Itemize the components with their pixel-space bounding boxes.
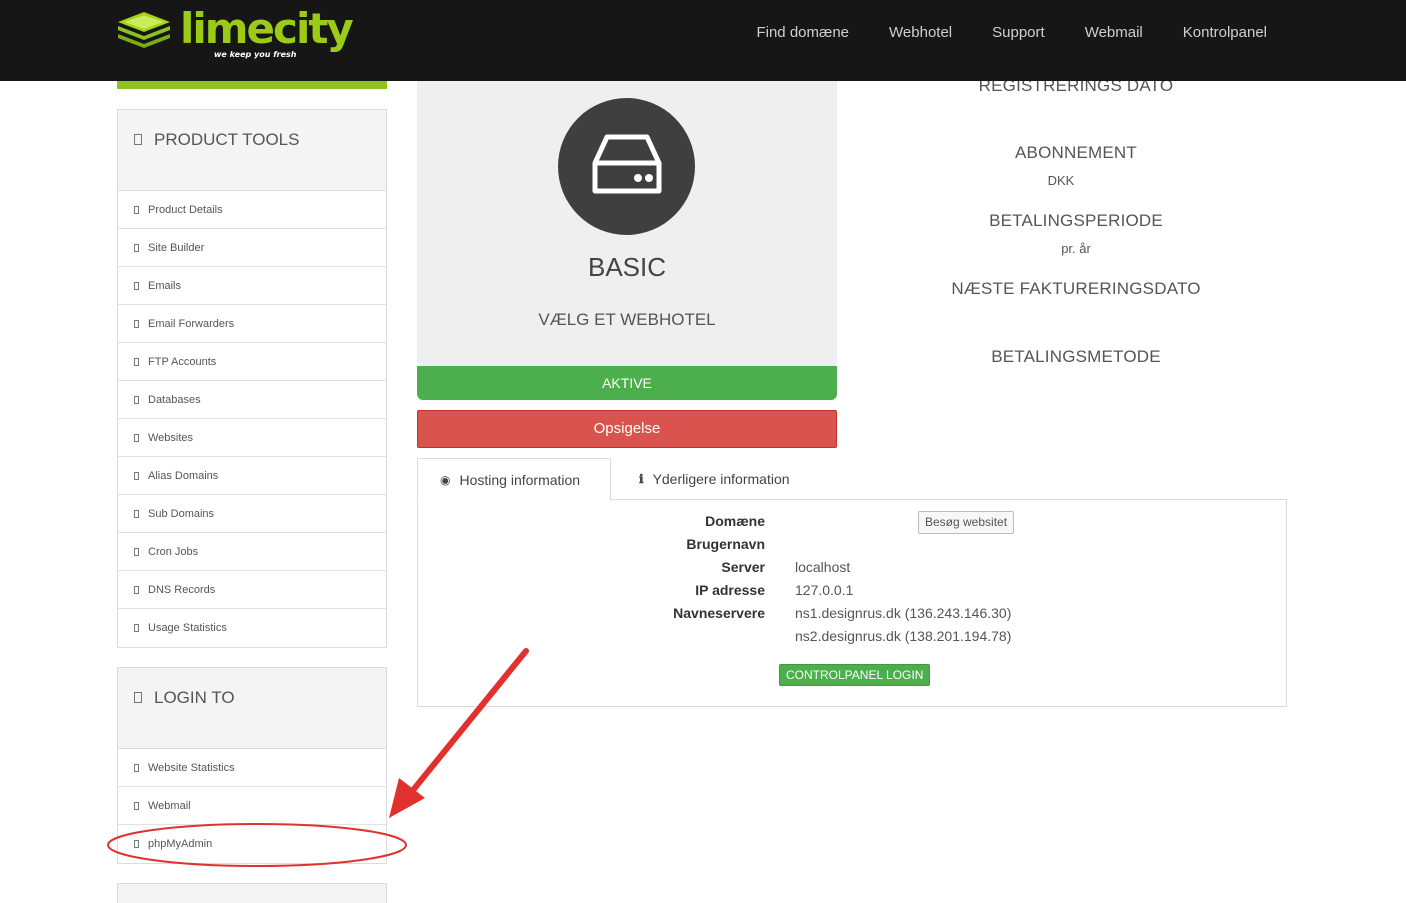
sidebar-item-phpmyadmin[interactable]: phpMyAdmin <box>118 825 386 863</box>
tab-additional-information[interactable]: ℹ Yderligere information <box>639 458 790 500</box>
subscription-label: ABONNEMENT <box>1015 143 1137 162</box>
sidebar-item-ftp-accounts[interactable]: FTP Accounts <box>118 343 386 381</box>
sidebar-item-label: Website Statistics <box>148 761 235 774</box>
item-icon <box>134 763 139 772</box>
sidebar-item-website-statistics[interactable]: Website Statistics <box>118 749 386 787</box>
sidebar-item-label: phpMyAdmin <box>148 838 213 850</box>
logo-wordmark: limecity <box>180 4 354 53</box>
sidebar-item-dns-records[interactable]: DNS Records <box>118 571 386 609</box>
top-navbar: limecity we keep you fresh Find domæne W… <box>0 0 1406 81</box>
next-panel-header <box>117 883 387 903</box>
tab-label: Hosting information <box>459 471 581 488</box>
username-label: Brugernavn <box>686 536 765 552</box>
item-icon <box>134 243 139 252</box>
product-card: BASIC VÆLG ET WEBHOTEL <box>417 81 837 368</box>
nav-webmail[interactable]: Webmail <box>1085 24 1143 41</box>
sidebar-item-site-builder[interactable]: Site Builder <box>118 229 386 267</box>
billing-period-label: BETALINGSPERIODE <box>989 211 1163 230</box>
sidebar-item-label: Sub Domains <box>148 507 215 520</box>
sidebar-item-label: DNS Records <box>148 583 216 596</box>
item-icon <box>134 624 139 632</box>
info-icon: ℹ <box>639 472 644 486</box>
product-tools-panel: PRODUCT TOOLS Product Details Site Build… <box>117 109 387 648</box>
sidebar-item-cron-jobs[interactable]: Cron Jobs <box>118 533 386 571</box>
next-invoice-date-label: NÆSTE FAKTURERINGSDATO <box>951 279 1201 298</box>
logo-tagline: we keep you fresh <box>214 50 297 59</box>
item-icon <box>134 471 139 480</box>
hosting-info-panel: Domæne Besøg websitet Brugernavn Server … <box>417 499 1287 707</box>
login-to-title: LOGIN TO <box>154 688 235 707</box>
tab-hosting-information[interactable]: ◉ Hosting information <box>417 458 611 501</box>
globe-icon: ◉ <box>440 472 451 487</box>
sidebar-accent-strip <box>117 81 387 89</box>
server-label: Server <box>721 559 765 575</box>
sidebar-item-websites[interactable]: Websites <box>118 419 386 457</box>
wrench-icon <box>134 134 142 145</box>
sidebar-item-usage-statistics[interactable]: Usage Statistics <box>118 609 386 647</box>
ip-address-value: 127.0.0.1 <box>795 582 854 598</box>
sidebar-item-label: Product Details <box>148 203 223 216</box>
info-tabs: ◉ Hosting information ℹ Yderligere infor… <box>417 458 1287 501</box>
sidebar-item-label: Emails <box>148 279 182 292</box>
payment-method-label: BETALINGSMETODE <box>991 347 1161 366</box>
ip-address-label: IP adresse <box>695 582 765 598</box>
sidebar-item-emails[interactable]: Emails <box>118 267 386 305</box>
sidebar-item-label: Alias Domains <box>148 469 219 482</box>
login-to-header: LOGIN TO <box>118 668 386 749</box>
item-icon <box>134 547 139 556</box>
nav-find-domain[interactable]: Find domæne <box>756 24 849 41</box>
item-icon <box>134 205 139 214</box>
nameserver-1: ns1.designrus.dk (136.243.146.30) <box>795 605 1012 621</box>
sidebar-item-label: Usage Statistics <box>148 622 227 634</box>
sidebar-item-alias-domains[interactable]: Alias Domains <box>118 457 386 495</box>
stacked-layers-icon <box>118 12 170 48</box>
login-to-panel: LOGIN TO Website Statistics Webmail phpM… <box>117 667 387 864</box>
nameserver-2: ns2.designrus.dk (138.201.194.78) <box>795 628 1012 644</box>
nav-support[interactable]: Support <box>992 24 1045 41</box>
sidebar-item-label: Email Forwarders <box>148 317 235 330</box>
item-icon <box>134 319 139 328</box>
nameservers-label: Navneservere <box>673 605 765 621</box>
limecity-logo[interactable]: limecity we keep you fresh <box>116 4 354 60</box>
login-icon <box>134 692 142 703</box>
product-icon-circle <box>558 98 695 235</box>
sidebar-item-label: FTP Accounts <box>148 355 217 368</box>
billing-period-value: pr. år <box>1061 241 1091 256</box>
plan-subtitle: VÆLG ET WEBHOTEL <box>538 310 716 329</box>
sidebar-item-email-forwarders[interactable]: Email Forwarders <box>118 305 386 343</box>
product-tools-header: PRODUCT TOOLS <box>118 110 386 191</box>
annotation-arrowhead <box>389 778 425 818</box>
status-badge: AKTIVE <box>417 366 837 400</box>
item-icon <box>134 281 139 290</box>
sidebar-item-label: Webmail <box>148 799 191 812</box>
product-tools-title: PRODUCT TOOLS <box>154 130 300 149</box>
item-icon <box>134 585 139 594</box>
server-value: localhost <box>795 559 851 575</box>
plan-name: BASIC <box>587 252 667 282</box>
item-icon <box>134 509 139 518</box>
nav-kontrolpanel[interactable]: Kontrolpanel <box>1183 24 1267 41</box>
item-icon <box>134 801 139 810</box>
subscription-value: DKK <box>1047 173 1075 188</box>
visit-website-button[interactable]: Besøg websitet <box>918 511 1015 534</box>
item-icon <box>134 357 139 366</box>
item-icon <box>134 840 139 848</box>
sidebar-item-webmail[interactable]: Webmail <box>118 787 386 825</box>
tab-label: Yderligere information <box>652 471 790 487</box>
domain-label: Domæne <box>705 513 765 529</box>
controlpanel-login-button[interactable]: CONTROLPANEL LOGIN <box>779 664 931 686</box>
nav-webhotel[interactable]: Webhotel <box>889 24 952 41</box>
sidebar-item-label: Cron Jobs <box>148 545 199 558</box>
sidebar-item-product-details[interactable]: Product Details <box>118 191 386 229</box>
sidebar-item-databases[interactable]: Databases <box>118 381 386 419</box>
sidebar-item-label: Websites <box>148 431 194 444</box>
item-icon <box>134 433 139 442</box>
main-nav: Find domæne Webhotel Support Webmail Kon… <box>716 24 1267 41</box>
item-icon <box>134 395 139 404</box>
sidebar-item-label: Site Builder <box>148 241 205 254</box>
hard-drive-icon <box>592 134 662 194</box>
sidebar-item-label: Databases <box>148 393 201 406</box>
sidebar-item-sub-domains[interactable]: Sub Domains <box>118 495 386 533</box>
cancel-subscription-button[interactable]: Opsigelse <box>417 410 837 448</box>
